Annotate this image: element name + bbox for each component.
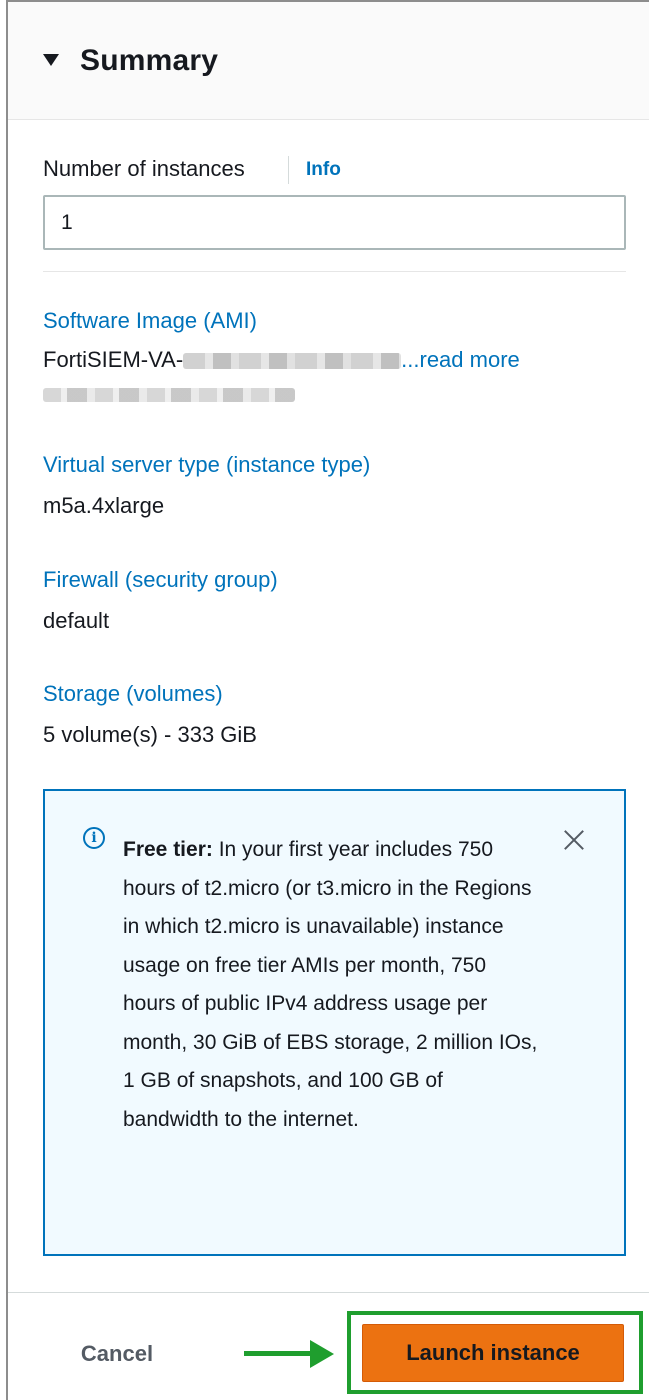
instances-label: Number of instances <box>43 156 245 181</box>
instance-type-link[interactable]: Virtual server type (instance type) <box>43 452 370 478</box>
free-tier-alert: i Free tier: In your first year includes… <box>43 789 626 1256</box>
footer-divider <box>8 1292 649 1293</box>
instance-type-value: m5a.4xlarge <box>43 493 165 518</box>
label-divider <box>288 156 289 184</box>
section-divider <box>43 271 626 272</box>
storage-value: 5 volume(s) - 333 GiB <box>43 722 257 747</box>
redacted-ami-id <box>183 353 402 370</box>
summary-panel: Summary Number of instances Info Softwar… <box>6 0 649 1400</box>
free-tier-heading: Free tier: <box>123 838 213 861</box>
redacted-ami-detail <box>43 388 295 402</box>
arrow-head <box>310 1340 334 1368</box>
storage-link[interactable]: Storage (volumes) <box>43 681 223 707</box>
free-tier-body: In your first year includes 750 hours of… <box>123 838 538 1131</box>
read-more-link[interactable]: ...read more <box>401 347 520 372</box>
cancel-button[interactable]: Cancel <box>62 1332 172 1376</box>
info-link[interactable]: Info <box>306 159 341 181</box>
instances-input[interactable] <box>43 195 626 250</box>
close-icon[interactable] <box>559 825 589 855</box>
free-tier-text: Free tier: In your first year includes 7… <box>123 831 543 1139</box>
arrow-right-icon <box>244 1340 334 1368</box>
ami-value: FortiSIEM-VA- ...read more <box>43 347 520 373</box>
info-circle-icon: i <box>83 827 105 849</box>
launch-instance-button[interactable]: Launch instance <box>362 1324 624 1382</box>
caret-down-icon[interactable] <box>43 54 59 66</box>
arrow-shaft <box>244 1351 314 1356</box>
firewall-value: default <box>43 608 110 633</box>
ami-link[interactable]: Software Image (AMI) <box>43 308 257 334</box>
ami-name: FortiSIEM-VA- <box>43 347 184 372</box>
summary-title: Summary <box>80 44 219 77</box>
firewall-link[interactable]: Firewall (security group) <box>43 567 278 593</box>
summary-header[interactable]: Summary <box>8 2 649 120</box>
